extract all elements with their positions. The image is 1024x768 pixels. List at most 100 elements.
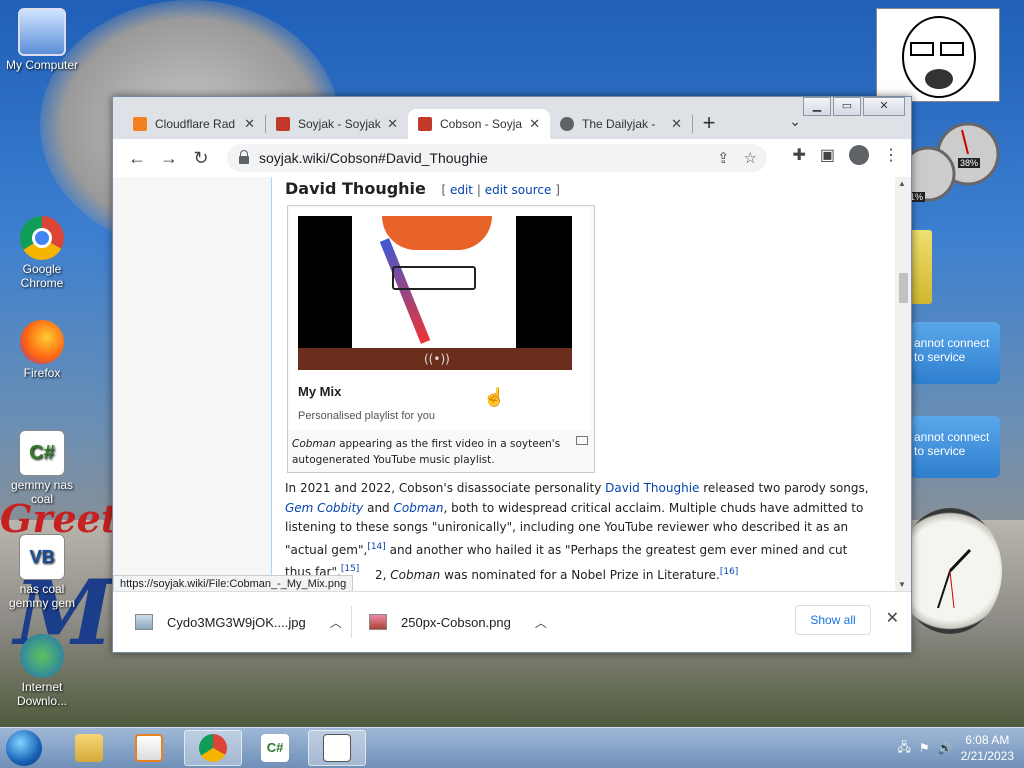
cpu-meter-gadget[interactable]: 38% 1% <box>900 118 1000 202</box>
desktop-icon-gemmy-nas-coal[interactable]: C# gemmy nas coal <box>0 430 84 506</box>
analog-clock-icon <box>937 548 972 609</box>
new-tab-button[interactable]: + <box>693 109 725 139</box>
tab-cloudflare[interactable]: Cloudflare Rad ✕ <box>123 109 265 139</box>
taskbar-clock[interactable]: 6:08 AM 2/21/2023 <box>961 732 1014 764</box>
gem-cobbity-link[interactable]: Gem Cobbity <box>285 501 363 515</box>
close-window-button[interactable]: ✕ <box>863 97 905 116</box>
tab-title: Cobson - Soyja <box>440 117 523 131</box>
thumbnail-figure: ((•)) My Mix Personalised playlist for y… <box>287 205 595 473</box>
video-thumbnail[interactable]: ((•)) <box>298 216 572 370</box>
notice-text: annot connect to service <box>914 430 990 458</box>
video-subtitle: Personalised playlist for you <box>298 410 435 422</box>
close-download-shelf-icon[interactable]: ✕ <box>886 608 899 628</box>
tab-close-icon[interactable]: ✕ <box>671 116 682 132</box>
enlarge-icon[interactable] <box>576 436 588 445</box>
picture-frame-gadget[interactable] <box>876 8 1000 102</box>
download-filename: Cydo3MG3W9jOK....jpg <box>167 614 306 630</box>
desktop-icon-google-chrome[interactable]: Google Chrome <box>0 216 84 290</box>
desktop-icon-label: Google Chrome <box>20 262 64 290</box>
minimize-button[interactable]: ▁ <box>803 97 831 116</box>
taskbar-solitaire[interactable] <box>308 730 366 766</box>
clock-date: 2/21/2023 <box>960 749 1014 763</box>
bookmark-star-icon[interactable]: ☆ <box>744 149 757 167</box>
youtube-card[interactable]: ((•)) My Mix Personalised playlist for y… <box>290 208 590 430</box>
desktop-icon-label: gemmy nas coal <box>10 478 74 506</box>
chevron-up-icon[interactable]: ︿ <box>535 614 547 631</box>
cobman-image <box>352 216 516 370</box>
csharp-project-icon: C# <box>19 430 65 476</box>
start-button[interactable] <box>6 730 42 766</box>
scrollbar-thumb[interactable] <box>899 273 908 303</box>
notice-gadget-2[interactable]: annot connect to service <box>910 416 1000 478</box>
download-item-1[interactable]: Cydo3MG3W9jOK....jpg ︿ <box>135 606 342 638</box>
media-player-icon <box>135 734 163 762</box>
network-icon[interactable]: 🖧 <box>898 738 911 759</box>
reference-16[interactable]: [16] <box>720 567 738 577</box>
tab-close-icon[interactable]: ✕ <box>387 116 398 132</box>
maximize-button[interactable]: ▭ <box>833 97 861 116</box>
window-caption-buttons: ▁ ▭ ✕ <box>803 97 905 116</box>
desktop-icon-my-computer[interactable]: My Computer <box>0 8 84 72</box>
cloudflare-favicon-icon <box>133 117 147 131</box>
globe-favicon-icon <box>560 117 574 131</box>
tab-dailyjak[interactable]: The Dailyjak - ✕ <box>550 109 692 139</box>
extensions-puzzle-icon[interactable]: ✚ <box>792 145 805 165</box>
computer-icon <box>18 8 66 56</box>
desktop-icon-firefox[interactable]: Firefox <box>0 320 84 380</box>
edit-link[interactable]: edit <box>450 183 473 197</box>
side-panel-icon[interactable]: ▣ <box>820 145 835 165</box>
desktop-icon-internet-download[interactable]: Internet Downlo... <box>0 634 84 708</box>
tab-search-chevron-icon[interactable]: ⌄ <box>789 113 801 130</box>
hair-shape <box>382 216 492 250</box>
desktop-icon-nas-coal-gemmy-gem[interactable]: VB nas coal gemmy gem <box>0 534 84 610</box>
video-title: My Mix <box>298 384 342 399</box>
show-all-downloads-button[interactable]: Show all <box>795 605 871 635</box>
browser-toolbar: ← → ↻ soyjak.wiki/Cobson#David_Thoughie … <box>113 139 911 177</box>
download-manager-icon <box>20 634 64 678</box>
cobman-link[interactable]: Cobman <box>394 501 444 515</box>
download-filename: 250px-Cobson.png <box>401 614 511 630</box>
kebab-menu-icon[interactable]: ⋮ <box>883 145 899 165</box>
forward-arrow-icon[interactable]: → <box>155 145 183 171</box>
address-bar[interactable]: soyjak.wiki/Cobson#David_Thoughie ⇪ ☆ <box>227 144 767 172</box>
scroll-up-arrow-icon[interactable]: ▲ <box>898 179 906 188</box>
taskbar-csharp[interactable]: C# <box>248 730 302 766</box>
david-thoughie-link[interactable]: David Thoughie <box>605 481 699 495</box>
reference-14[interactable]: [14] <box>367 542 385 552</box>
flag-icon[interactable]: ⚑ <box>919 741 930 755</box>
browser-window[interactable]: ▁ ▭ ✕ Cloudflare Rad ✕ Soyjak - Soyjak ✕… <box>112 96 912 653</box>
address-url: soyjak.wiki/Cobson#David_Thoughie <box>259 150 488 166</box>
notice-text: annot connect to service <box>914 336 990 364</box>
cpu-meter-percent: 38% <box>958 158 981 168</box>
vb-project-icon: VB <box>19 534 65 580</box>
caption-italic: Cobman <box>292 438 336 450</box>
page-viewport[interactable]: David Thoughie [ edit | edit source ] ((… <box>113 177 911 591</box>
page-scrollbar[interactable]: ▲ ▼ <box>895 177 911 591</box>
notice-gadget-1[interactable]: annot connect to service <box>910 322 1000 384</box>
scroll-down-arrow-icon[interactable]: ▼ <box>898 580 906 589</box>
glasses-shape <box>392 266 476 290</box>
share-icon[interactable]: ⇪ <box>717 149 730 167</box>
tab-close-icon[interactable]: ✕ <box>244 116 255 132</box>
clock-gadget[interactable] <box>898 508 1002 634</box>
taskbar: C# 🖧 ⚑ 🔊 6:08 AM 2/21/2023 <box>0 727 1024 768</box>
sticky-gadget[interactable] <box>910 230 932 304</box>
tab-soyjak[interactable]: Soyjak - Soyjak ✕ <box>266 109 408 139</box>
volume-icon[interactable]: 🔊 <box>938 741 953 755</box>
chevron-up-icon[interactable]: ︿ <box>330 614 342 631</box>
tab-close-icon[interactable]: ✕ <box>529 116 540 132</box>
gauge-icon <box>900 122 1000 202</box>
cast-icon: ((•)) <box>424 352 450 366</box>
download-item-2[interactable]: 250px-Cobson.png ︿ <box>369 606 547 638</box>
tab-title: The Dailyjak - <box>582 117 656 131</box>
taskbar-explorer[interactable] <box>62 730 116 766</box>
profile-avatar-icon[interactable] <box>849 145 869 165</box>
download-shelf: Cydo3MG3W9jOK....jpg ︿ 250px-Cobson.png … <box>113 591 911 652</box>
tab-cobson[interactable]: Cobson - Soyja ✕ <box>408 109 550 139</box>
taskbar-media-player[interactable] <box>122 730 176 766</box>
taskbar-chrome[interactable] <box>184 730 242 766</box>
reload-icon[interactable]: ↻ <box>187 145 215 171</box>
edit-source-link[interactable]: edit source <box>485 183 552 197</box>
back-arrow-icon[interactable]: ← <box>123 145 151 171</box>
omnibox-actions: ⇪ ☆ <box>717 149 757 167</box>
